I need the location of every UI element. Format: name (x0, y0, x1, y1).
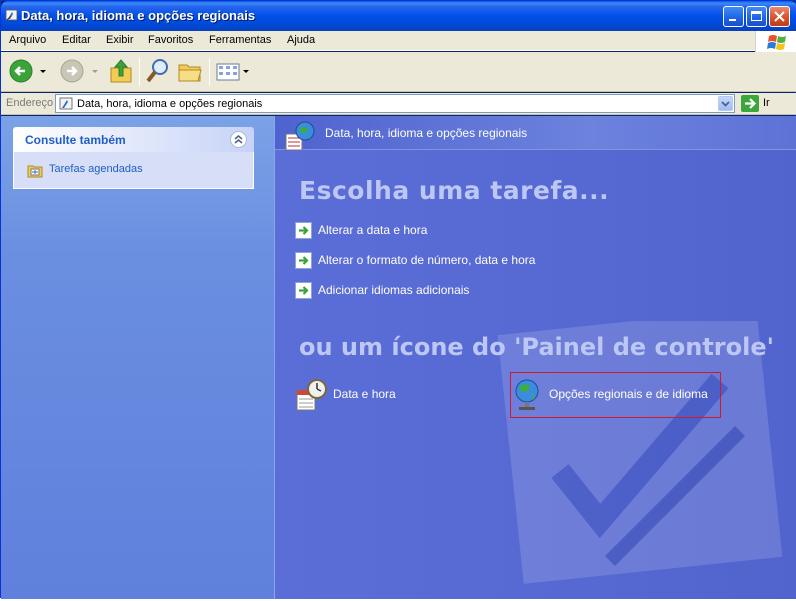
address-input[interactable]: Data, hora, idioma e opções regionais (55, 94, 735, 113)
address-dropdown-button[interactable] (718, 96, 733, 111)
icon-heading: ou um ícone do 'Painel de controle' (299, 333, 774, 361)
window-title: Data, hora, idioma e opções regionais (21, 8, 256, 23)
category-header: Data, hora, idioma e opções regionais (275, 116, 796, 151)
control-panel-item-regional-language[interactable]: Opções regionais e de idioma (511, 378, 721, 412)
arrow-right-icon (295, 282, 312, 299)
address-value: Data, hora, idioma e opções regionais (77, 98, 263, 110)
see-also-panel: Consulte também Tarefas agendadas (13, 127, 254, 189)
address-label: Endereço (6, 97, 54, 109)
back-button[interactable] (8, 56, 36, 88)
menu-exibir[interactable]: Exibir (106, 34, 134, 46)
task-label[interactable]: Alterar o formato de número, data e hora (318, 253, 535, 267)
see-also-body: Tarefas agendadas (13, 152, 254, 189)
folders-icon[interactable] (176, 56, 204, 88)
double-chevron-up-icon (234, 135, 243, 144)
task-heading: Escolha uma tarefa... (299, 176, 610, 205)
go-button[interactable] (741, 95, 759, 112)
task-label[interactable]: Alterar a data e hora (318, 223, 427, 237)
control-panel-item-label[interactable]: Data e hora (333, 387, 396, 401)
maximize-button[interactable] (746, 6, 767, 27)
forward-dropdown-icon[interactable] (89, 56, 101, 88)
date-time-icon (296, 379, 327, 411)
task-label[interactable]: Adicionar idiomas adicionais (318, 283, 469, 297)
control-panel-item-date-time[interactable]: Data e hora (295, 378, 435, 412)
menu-bar: Arquivo Editar Exibir Favoritos Ferramen… (1, 31, 796, 55)
arrow-right-icon (295, 252, 312, 269)
watermark-graphic (497, 321, 783, 584)
control-panel-icon (5, 9, 18, 21)
collapse-button[interactable] (230, 131, 247, 148)
toolbar (1, 52, 796, 92)
search-icon[interactable] (144, 56, 172, 88)
date-time-language-icon (285, 121, 315, 151)
views-icon[interactable] (215, 56, 253, 88)
globe-icon (515, 379, 539, 410)
go-label[interactable]: Ir (763, 97, 770, 109)
see-also-header[interactable]: Consulte também (13, 127, 254, 152)
control-panel-item-label[interactable]: Opções regionais e de idioma (549, 387, 708, 401)
toolbar-separator (139, 58, 140, 86)
arrow-right-icon (295, 222, 312, 239)
content-pane: Data, hora, idioma e opções regionais Es… (274, 116, 796, 599)
close-icon (774, 11, 785, 22)
menu-favoritos[interactable]: Favoritos (148, 34, 193, 46)
see-also-title: Consulte também (25, 133, 126, 147)
address-bar: Endereço Data, hora, idioma e opções reg… (1, 93, 796, 115)
title-bar[interactable]: Data, hora, idioma e opções regionais (1, 1, 796, 31)
menu-ferramentas[interactable]: Ferramentas (209, 34, 271, 46)
menu-arquivo[interactable]: Arquivo (9, 34, 46, 46)
control-panel-icon (59, 97, 73, 110)
maximize-icon (751, 11, 762, 21)
menu-ajuda[interactable]: Ajuda (287, 34, 315, 46)
explorer-window: Data, hora, idioma e opções regionais Ar… (0, 0, 796, 599)
back-dropdown-icon[interactable] (37, 56, 49, 88)
windows-flag-icon (767, 35, 786, 50)
sidebar-item-scheduled-tasks[interactable]: Tarefas agendadas (49, 163, 143, 175)
minimize-icon (729, 19, 736, 21)
toolbar-separator (209, 58, 210, 86)
close-button[interactable] (769, 6, 790, 27)
task-pane: Consulte também Tarefas agendadas (1, 116, 274, 599)
forward-button[interactable] (59, 56, 87, 88)
go-arrow-icon (745, 98, 757, 109)
menu-editar[interactable]: Editar (62, 34, 91, 46)
up-folder-button[interactable] (107, 56, 135, 88)
category-title: Data, hora, idioma e opções regionais (325, 126, 528, 140)
chevron-down-icon (721, 101, 730, 107)
minimize-button[interactable] (723, 6, 744, 27)
scheduled-tasks-icon (27, 165, 43, 178)
